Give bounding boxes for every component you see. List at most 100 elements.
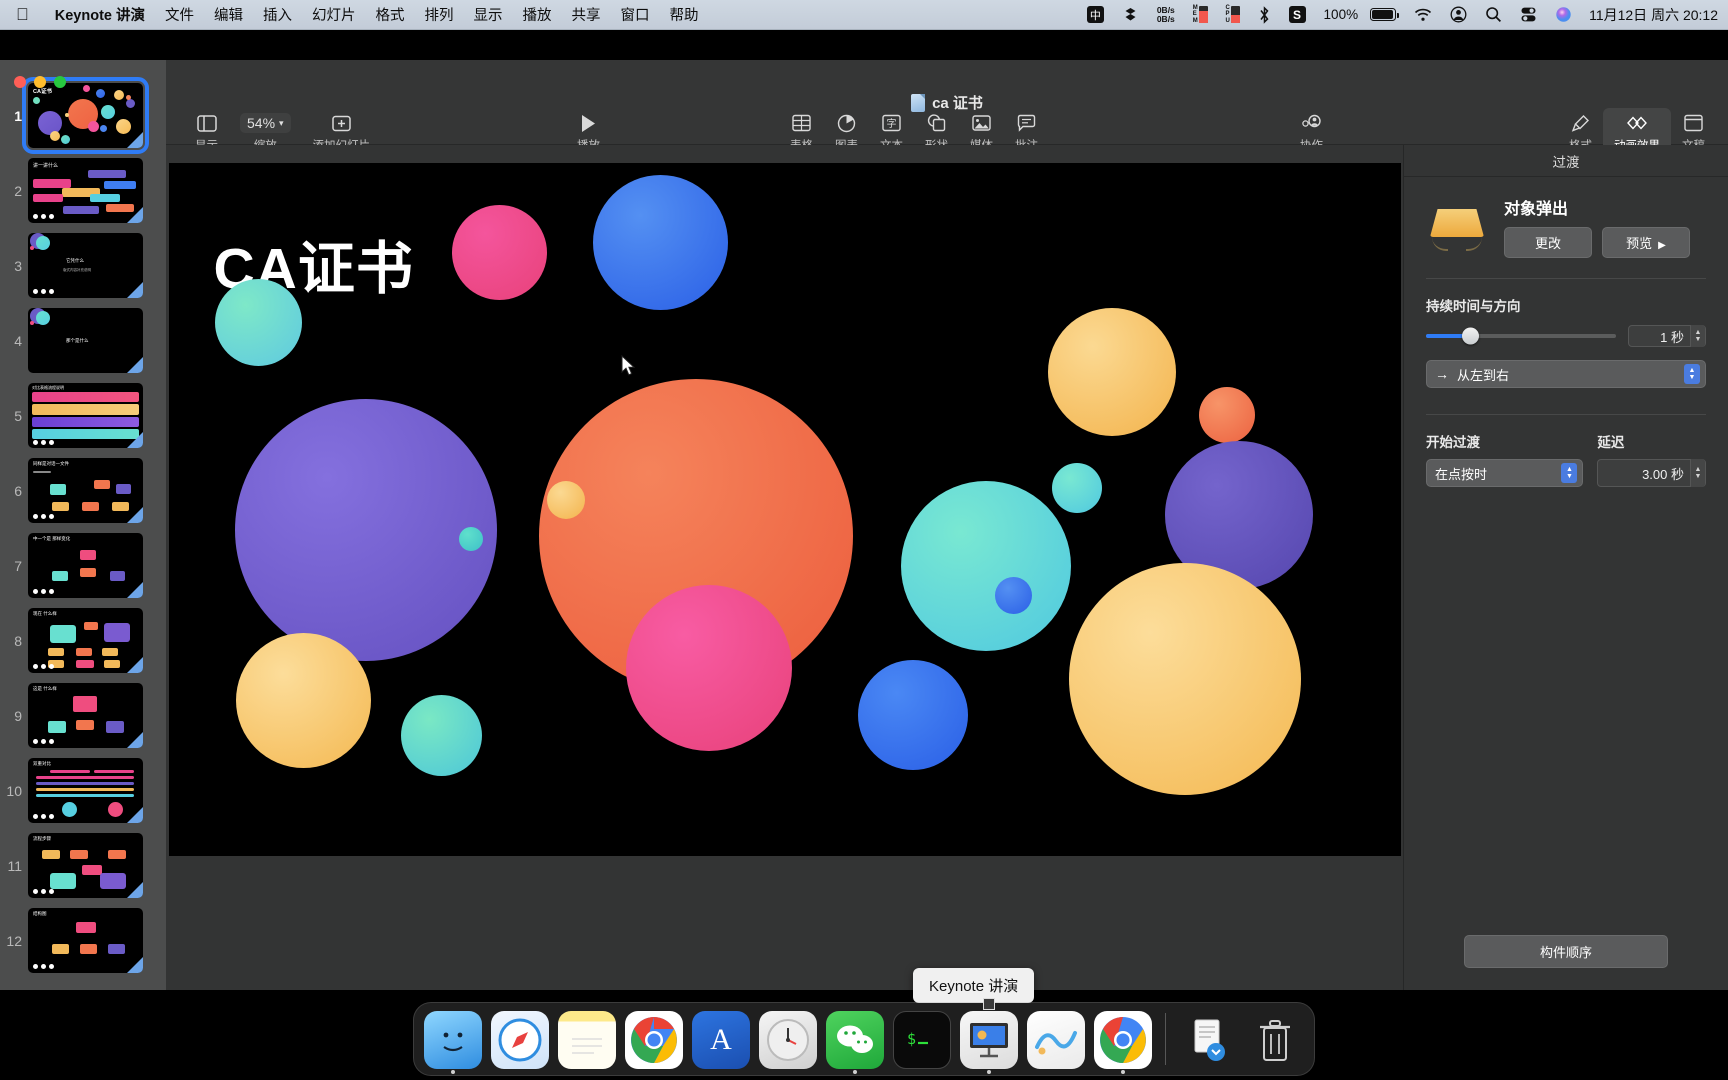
slide-thumbnail-10[interactable]: 10 双重对比 — [0, 753, 166, 828]
duration-stepper[interactable]: ▲ ▼ — [1690, 325, 1705, 347]
duration-slider[interactable] — [1426, 327, 1616, 345]
document-icon — [911, 93, 926, 112]
menu-bar-clock[interactable]: 11月12日 周六 20:12 — [1581, 5, 1718, 25]
bubble-shape[interactable] — [1047, 308, 1176, 436]
chrome-icon — [631, 1017, 677, 1063]
slide-number: 6 — [14, 482, 22, 499]
slide-thumbnail-5[interactable]: 5 对比表格流程说明 — [0, 378, 166, 453]
wifi-icon[interactable] — [1405, 8, 1441, 22]
slide-navigator[interactable]: 1 CA证书 2 讲一讲什么 3 它凭什么 版式内容补充说明 4 那个是什么 5… — [0, 60, 166, 990]
preview-effect-button[interactable]: 预览 ▶ — [1602, 227, 1690, 258]
delay-label: 延迟 — [1597, 435, 1625, 450]
dock-item-keynote[interactable] — [960, 998, 1018, 1074]
memory-meter-icon[interactable]: MEM — [1184, 5, 1217, 25]
slide-thumbnail-7[interactable]: 7 中一个是 那样变化 — [0, 528, 166, 603]
dock-item-terminal[interactable]: $ — [893, 1011, 951, 1069]
menu-item-help[interactable]: 帮助 — [660, 4, 709, 25]
menu-item-arrange[interactable]: 排列 — [415, 4, 464, 25]
dock-item-chrome-canary[interactable] — [1094, 1011, 1152, 1074]
direction-popup[interactable]: → 从左到右 ▲ ▼ — [1426, 360, 1706, 388]
delay-stepper[interactable]: ▲ ▼ — [1690, 459, 1705, 487]
dock-item-clock[interactable] — [759, 1011, 817, 1069]
dock-item-app-store-a[interactable]: A — [692, 1011, 750, 1069]
build-order-button[interactable]: 构件顺序 — [1464, 935, 1668, 968]
bubble-shape[interactable] — [458, 527, 483, 551]
menu-item-insert[interactable]: 插入 — [253, 4, 302, 25]
keynote-icon — [970, 1023, 1008, 1058]
input-method-indicator[interactable]: 中 — [1078, 6, 1113, 23]
bubble-shape[interactable] — [625, 585, 792, 751]
dock-item-finder[interactable] — [424, 1011, 482, 1074]
menu-item-share[interactable]: 共享 — [562, 4, 611, 25]
dock-item-chrome[interactable] — [625, 1011, 683, 1069]
slide-thumbnail-11[interactable]: 11 流程步骤 — [0, 828, 166, 903]
dock: A $ — [413, 998, 1315, 1076]
bubble-shape[interactable] — [234, 399, 497, 661]
change-effect-button[interactable]: 更改 — [1504, 227, 1592, 258]
dock-item-safari[interactable] — [491, 1011, 549, 1069]
document-panel-icon — [1684, 110, 1703, 136]
slide-thumbnail-4[interactable]: 4 那个是什么 — [0, 303, 166, 378]
slide-thumbnail-3[interactable]: 3 它凭什么 版式内容补充说明 — [0, 228, 166, 303]
zoom-button[interactable] — [54, 76, 66, 88]
inspector-content: 对象弹出 更改 预览 ▶ 持续时间与方向 1 秒 ▲ ▼ → 从左到右 ▲ ▼ … — [1404, 177, 1728, 487]
current-slide[interactable]: CA证书 — [168, 163, 1401, 856]
menu-item-play[interactable]: 播放 — [513, 4, 562, 25]
user-account-icon[interactable] — [1441, 6, 1476, 23]
close-button[interactable] — [14, 76, 26, 88]
cpu-meter-icon[interactable]: CPU — [1217, 5, 1249, 25]
delay-field[interactable]: 3.00 秒 ▲ ▼ — [1597, 459, 1706, 487]
slide-thumbnail-12[interactable]: 12 结构图 — [0, 903, 166, 978]
menu-item-view[interactable]: 显示 — [464, 4, 513, 25]
menu-item-format[interactable]: 格式 — [366, 4, 415, 25]
sogou-input-icon[interactable]: S — [1280, 6, 1315, 23]
menu-item-slide[interactable]: 幻灯片 — [302, 4, 366, 25]
bubble-shape[interactable] — [1051, 463, 1102, 513]
slide-thumbnail-1[interactable]: 1 CA证书 — [0, 77, 166, 154]
slide-preview: CA证书 — [22, 77, 149, 154]
duration-slider-knob[interactable] — [1462, 327, 1480, 345]
bubble-shape[interactable] — [1198, 387, 1255, 443]
bubble-shape[interactable] — [994, 577, 1032, 614]
control-center-icon[interactable] — [1511, 6, 1546, 23]
minimize-button[interactable] — [34, 76, 46, 88]
dock-item-trash[interactable] — [1246, 1011, 1304, 1069]
duration-field[interactable]: 1 秒 ▲ ▼ — [1628, 325, 1706, 347]
tab-transition[interactable]: 过渡 — [1553, 151, 1580, 171]
bubble-shape[interactable] — [235, 633, 371, 768]
apple-logo-icon[interactable]:  — [16, 6, 29, 23]
bubble-shape[interactable] — [1068, 563, 1301, 795]
shape-icon — [927, 110, 946, 136]
bubble-shape[interactable] — [546, 481, 585, 519]
bubble-shape[interactable] — [592, 175, 728, 310]
menu-item-app[interactable]: Keynote 讲演 — [45, 4, 155, 25]
battery-percent[interactable]: 100% — [1315, 7, 1368, 22]
dock-item-wechat[interactable] — [826, 1011, 884, 1074]
bluetooth-icon[interactable] — [1249, 5, 1280, 24]
bubble-shape[interactable] — [451, 205, 547, 300]
section-divider-2 — [1426, 414, 1706, 415]
chart-icon — [837, 110, 856, 136]
menu-item-edit[interactable]: 编辑 — [204, 4, 253, 25]
spotlight-search-icon[interactable] — [1476, 6, 1511, 23]
bubble-shape[interactable] — [900, 481, 1071, 651]
network-speed-indicator[interactable]: 0B/s 0B/s — [1148, 5, 1184, 24]
slide-thumbnail-6[interactable]: 6 同样是对话一文件 — [0, 453, 166, 528]
menu-item-window[interactable]: 窗口 — [611, 4, 660, 25]
slide-thumbnail-2[interactable]: 2 讲一讲什么 — [0, 153, 166, 228]
dropbox-icon[interactable] — [1113, 6, 1148, 23]
start-transition-popup[interactable]: 在点按时 ▲ ▼ — [1426, 459, 1584, 487]
battery-charging-icon[interactable] — [1367, 8, 1405, 21]
dock-item-freeform[interactable] — [1027, 1011, 1085, 1069]
bubble-shape[interactable] — [214, 279, 302, 366]
dock-item-downloads-stack[interactable] — [1179, 1011, 1237, 1069]
animate-icon — [1626, 110, 1648, 136]
bubble-shape[interactable] — [400, 695, 482, 776]
siri-icon[interactable] — [1546, 6, 1581, 23]
slide-thumbnail-8[interactable]: 8 现在 什么样 — [0, 603, 166, 678]
bubble-shape[interactable] — [857, 660, 968, 770]
dock-item-notes[interactable] — [558, 1011, 616, 1069]
desktop: ca 证书 显示 54% ▾ 缩放 — [0, 30, 1728, 1080]
menu-item-file[interactable]: 文件 — [155, 4, 204, 25]
slide-thumbnail-9[interactable]: 9 这是 什么样 — [0, 678, 166, 753]
